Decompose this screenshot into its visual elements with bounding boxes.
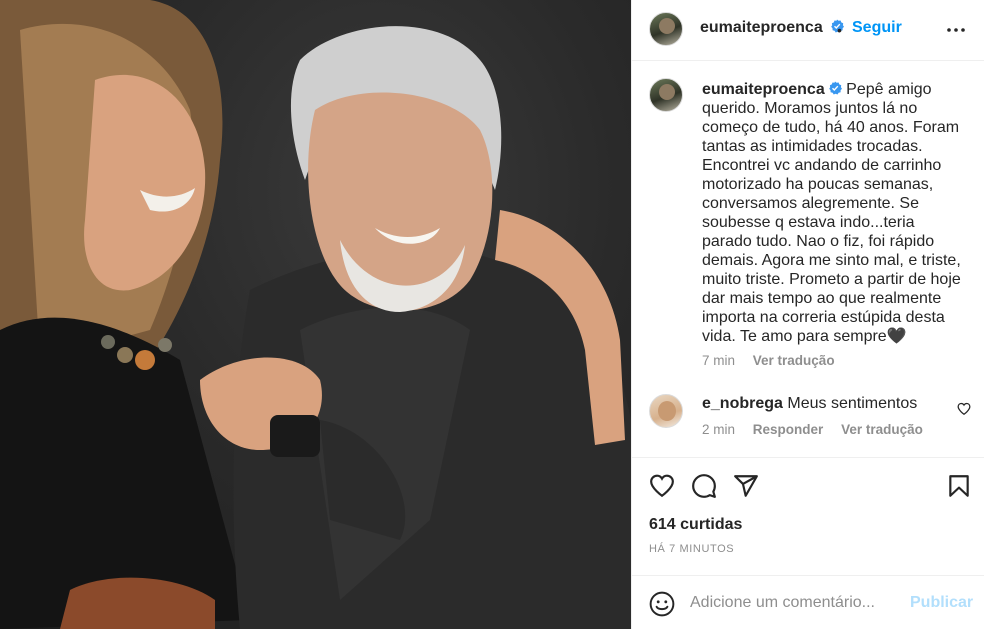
post-header: eumaiteproenca • Seguir [632, 0, 984, 61]
comment-composer: Publicar [632, 575, 984, 629]
comment-text: Meus sentimentos [787, 395, 918, 412]
post-timestamp[interactable]: HÁ 7 MINUTOS [649, 543, 734, 555]
owner-username[interactable]: eumaiteproenca [700, 19, 823, 36]
share-icon[interactable] [733, 473, 759, 499]
caption-time[interactable]: 7 min [702, 353, 735, 368]
post-photo[interactable] [0, 0, 631, 629]
caption-owner-avatar[interactable] [649, 78, 683, 112]
verified-badge-icon [828, 81, 842, 95]
comment-meta: 2 min Responder Ver tradução [702, 422, 923, 437]
comment-reply-link[interactable]: Responder [753, 422, 824, 437]
comment-item: e_nobrega Meus sentimentos [702, 395, 917, 413]
commenter-avatar[interactable] [649, 394, 683, 428]
comment-time[interactable]: 2 min [702, 422, 735, 437]
caption-translate-link[interactable]: Ver tradução [753, 353, 835, 368]
comment-input[interactable] [690, 591, 900, 615]
likes-count[interactable]: 614 curtidas [649, 516, 742, 534]
post-side-panel: eumaiteproenca • Seguir eumaiteproenca P… [631, 0, 984, 629]
caption-meta: 7 min Ver tradução [702, 353, 835, 368]
emoji-icon[interactable] [649, 591, 675, 617]
heart-icon[interactable] [649, 473, 675, 499]
follow-button[interactable]: Seguir [852, 19, 902, 37]
more-options-icon[interactable] [946, 20, 966, 40]
comment-icon[interactable] [691, 473, 717, 499]
post-photo-illustration [0, 0, 631, 629]
owner-username-link[interactable]: eumaiteproenca [700, 19, 845, 37]
owner-avatar[interactable] [649, 12, 683, 46]
bookmark-icon[interactable] [946, 473, 972, 499]
comment-username[interactable]: e_nobrega [702, 395, 783, 412]
header-separator: • [837, 22, 842, 38]
caption-container: eumaiteproenca Pepê amigo querido. Moram… [702, 80, 968, 346]
caption-username[interactable]: eumaiteproenca [702, 81, 825, 98]
comment-like-icon[interactable] [957, 402, 971, 416]
comment-translate-link[interactable]: Ver tradução [841, 422, 923, 437]
publish-button[interactable]: Publicar [910, 594, 973, 612]
caption-text: Pepê amigo querido. Moramos juntos lá no… [702, 81, 961, 345]
